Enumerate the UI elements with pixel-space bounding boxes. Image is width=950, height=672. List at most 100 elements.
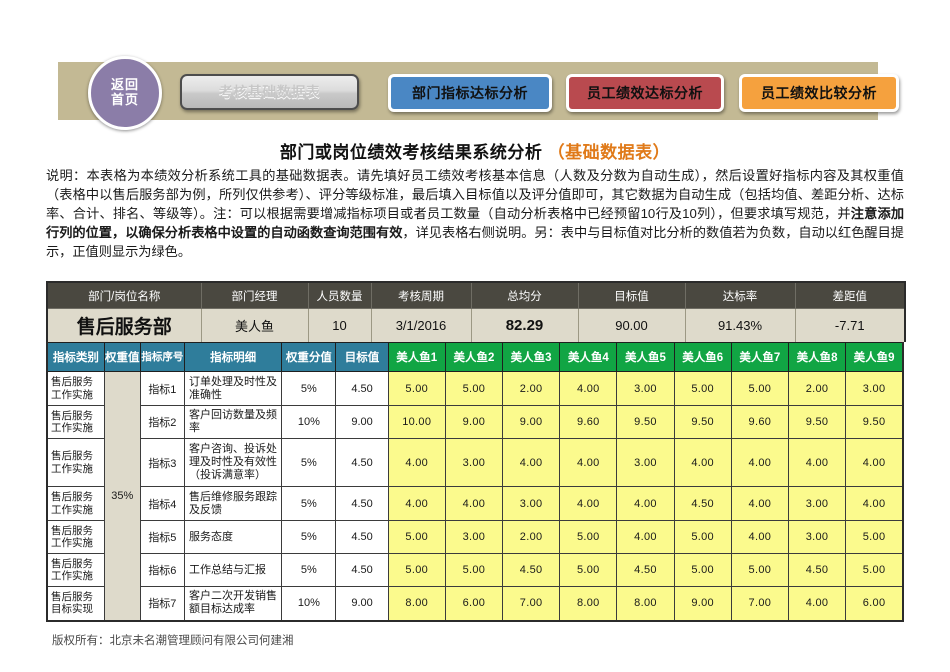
row-score[interactable]: 4.50 <box>617 554 674 587</box>
tab-employee-performance-comparison[interactable]: 员工绩效比较分析 <box>739 74 899 112</box>
row-score[interactable]: 8.00 <box>388 587 445 621</box>
row-detail[interactable]: 客户回访数量及频率 <box>184 406 281 439</box>
row-detail[interactable]: 订单处理及时性及准确性 <box>184 372 281 406</box>
row-target[interactable]: 4.50 <box>336 487 388 521</box>
row-score[interactable]: 4.00 <box>617 487 674 521</box>
summary-department-name[interactable]: 售后服务部 <box>47 309 201 343</box>
row-score[interactable]: 4.50 <box>788 554 845 587</box>
summary-headcount[interactable]: 10 <box>308 309 371 343</box>
row-score[interactable]: 9.50 <box>846 406 903 439</box>
row-weight[interactable]: 10% <box>282 587 336 621</box>
row-score[interactable]: 4.00 <box>617 521 674 554</box>
row-detail[interactable]: 服务态度 <box>184 521 281 554</box>
row-score[interactable]: 5.00 <box>388 554 445 587</box>
row-score[interactable]: 9.50 <box>617 406 674 439</box>
row-score[interactable]: 5.00 <box>674 372 731 406</box>
row-score[interactable]: 5.00 <box>445 554 502 587</box>
row-score[interactable]: 5.00 <box>388 372 445 406</box>
row-weight[interactable]: 5% <box>282 372 336 406</box>
row-score[interactable]: 5.00 <box>445 372 502 406</box>
row-score[interactable]: 5.00 <box>731 372 788 406</box>
summary-table: 部门/岗位名称 部门经理 人员数量 考核周期 总均分 目标值 达标率 差距值 售… <box>46 281 906 342</box>
row-score[interactable]: 4.00 <box>560 439 617 487</box>
row-score[interactable]: 3.00 <box>503 487 560 521</box>
summary-achievement-rate: 91.43% <box>685 309 795 343</box>
row-weight[interactable]: 10% <box>282 406 336 439</box>
row-weight[interactable]: 5% <box>282 439 336 487</box>
row-score[interactable]: 5.00 <box>388 521 445 554</box>
row-weight[interactable]: 5% <box>282 487 336 521</box>
toolbar: 返回 首页 考核基础数据表 部门指标达标分析 员工绩效达标分析 员工绩效比较分析 <box>58 62 878 120</box>
row-target[interactable]: 4.50 <box>336 372 388 406</box>
tab-employee-performance-analysis[interactable]: 员工绩效达标分析 <box>566 74 724 112</box>
row-score[interactable]: 3.00 <box>445 521 502 554</box>
row-score[interactable]: 5.00 <box>846 521 903 554</box>
row-score[interactable]: 2.00 <box>503 372 560 406</box>
row-score[interactable]: 4.00 <box>445 487 502 521</box>
row-weight-group: 35% <box>104 372 140 621</box>
summary-manager[interactable]: 美人鱼 <box>201 309 308 343</box>
row-target[interactable]: 4.50 <box>336 521 388 554</box>
row-score[interactable]: 4.00 <box>846 439 903 487</box>
row-score[interactable]: 4.00 <box>560 487 617 521</box>
row-score[interactable]: 4.00 <box>788 587 845 621</box>
row-score[interactable]: 9.50 <box>788 406 845 439</box>
row-score[interactable]: 7.00 <box>503 587 560 621</box>
row-score[interactable]: 4.00 <box>731 521 788 554</box>
row-score[interactable]: 2.00 <box>503 521 560 554</box>
row-weight[interactable]: 5% <box>282 521 336 554</box>
row-score[interactable]: 8.00 <box>617 587 674 621</box>
row-score[interactable]: 3.00 <box>788 521 845 554</box>
row-score[interactable]: 3.00 <box>617 372 674 406</box>
row-score[interactable]: 2.00 <box>788 372 845 406</box>
home-button[interactable]: 返回 首页 <box>88 56 162 130</box>
row-score[interactable]: 10.00 <box>388 406 445 439</box>
row-score[interactable]: 9.00 <box>674 587 731 621</box>
row-score[interactable]: 5.00 <box>846 554 903 587</box>
row-detail[interactable]: 工作总结与汇报 <box>184 554 281 587</box>
row-target[interactable]: 9.00 <box>336 406 388 439</box>
row-score[interactable]: 4.00 <box>674 439 731 487</box>
row-score[interactable]: 4.00 <box>731 487 788 521</box>
row-score[interactable]: 4.00 <box>560 372 617 406</box>
row-score[interactable]: 3.00 <box>788 487 845 521</box>
row-target[interactable]: 4.50 <box>336 439 388 487</box>
tab-basic-data[interactable]: 考核基础数据表 <box>180 74 359 110</box>
summary-header-cell: 差距值 <box>795 282 905 309</box>
row-detail[interactable]: 售后维修服务跟踪及反馈 <box>184 487 281 521</box>
row-score[interactable]: 4.50 <box>503 554 560 587</box>
row-target[interactable]: 4.50 <box>336 554 388 587</box>
row-score[interactable]: 5.00 <box>674 554 731 587</box>
row-score[interactable]: 3.00 <box>846 372 903 406</box>
row-score[interactable]: 6.00 <box>445 587 502 621</box>
row-score[interactable]: 7.00 <box>731 587 788 621</box>
row-score[interactable]: 4.00 <box>788 439 845 487</box>
row-score[interactable]: 4.00 <box>388 439 445 487</box>
row-score[interactable]: 5.00 <box>731 554 788 587</box>
row-detail[interactable]: 客户二次开发销售额目标达成率 <box>184 587 281 621</box>
row-score[interactable]: 4.00 <box>846 487 903 521</box>
detail-header-employee: 美人鱼1 <box>388 343 445 372</box>
row-score[interactable]: 9.60 <box>731 406 788 439</box>
summary-target-value[interactable]: 90.00 <box>578 309 685 343</box>
tab-department-indicator-analysis[interactable]: 部门指标达标分析 <box>388 74 552 112</box>
row-score[interactable]: 3.00 <box>617 439 674 487</box>
row-score[interactable]: 9.50 <box>674 406 731 439</box>
row-target[interactable]: 9.00 <box>336 587 388 621</box>
row-score[interactable]: 6.00 <box>846 587 903 621</box>
row-score[interactable]: 9.60 <box>560 406 617 439</box>
row-detail[interactable]: 客户咨询、投诉处理及时性及有效性（投诉满意率） <box>184 439 281 487</box>
row-score[interactable]: 9.00 <box>503 406 560 439</box>
row-score[interactable]: 9.00 <box>445 406 502 439</box>
row-score[interactable]: 5.00 <box>560 554 617 587</box>
row-weight[interactable]: 5% <box>282 554 336 587</box>
row-score[interactable]: 4.00 <box>731 439 788 487</box>
row-score[interactable]: 4.50 <box>674 487 731 521</box>
row-score[interactable]: 5.00 <box>560 521 617 554</box>
row-score[interactable]: 3.00 <box>445 439 502 487</box>
summary-period[interactable]: 3/1/2016 <box>371 309 471 343</box>
row-score[interactable]: 4.00 <box>503 439 560 487</box>
row-score[interactable]: 5.00 <box>674 521 731 554</box>
row-score[interactable]: 8.00 <box>560 587 617 621</box>
row-score[interactable]: 4.00 <box>388 487 445 521</box>
